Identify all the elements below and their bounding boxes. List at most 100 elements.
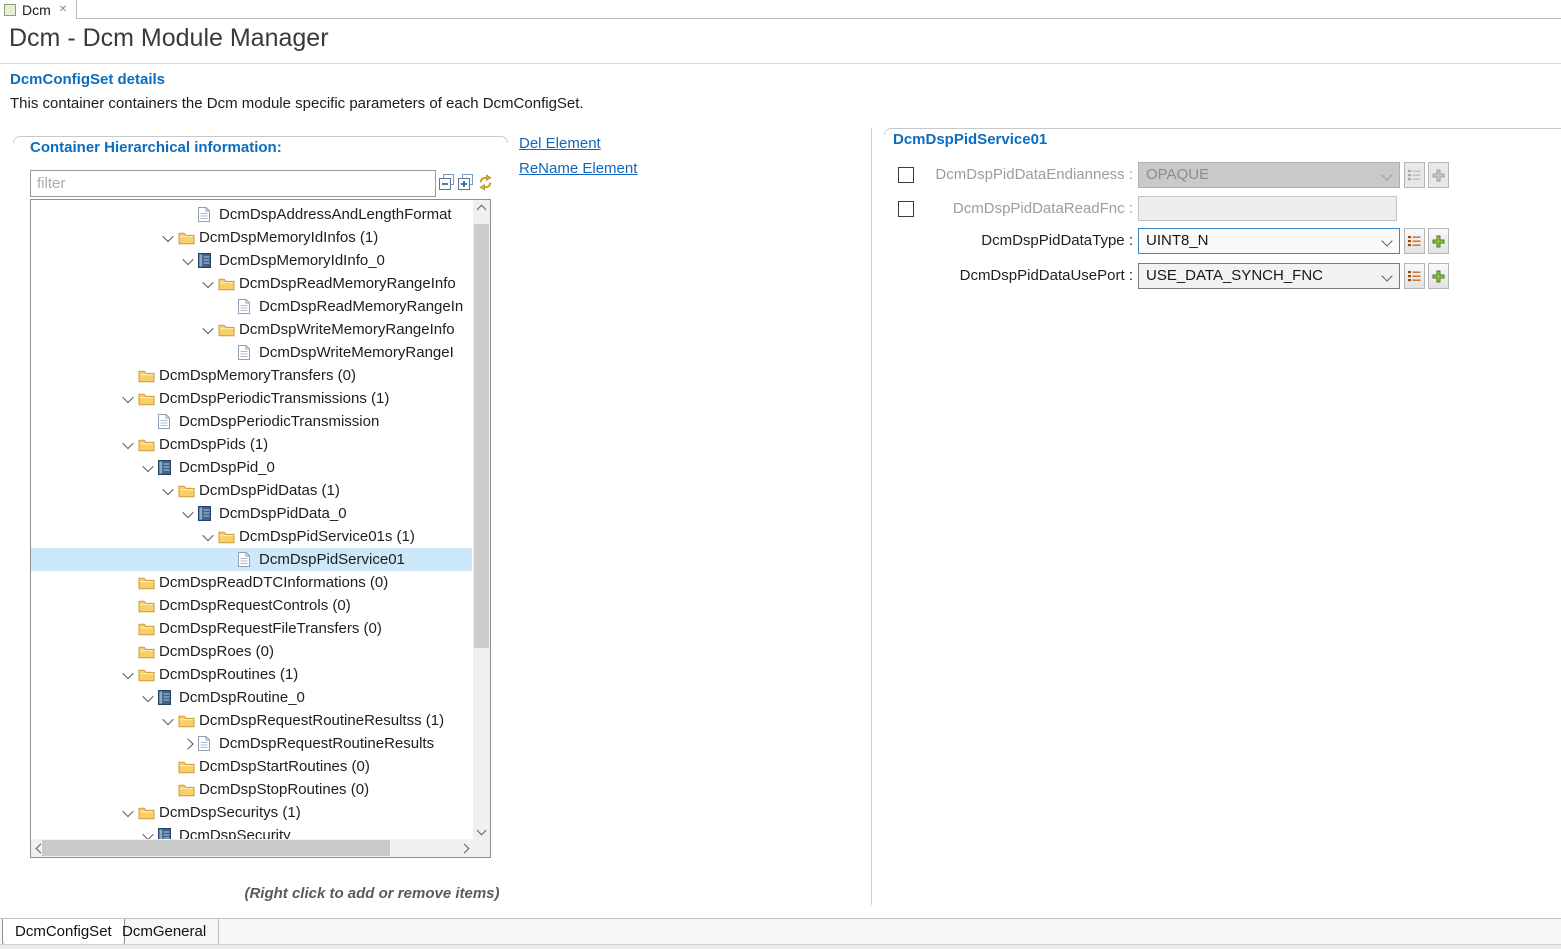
properties-list-button[interactable] (1404, 263, 1425, 289)
chevron-down-icon[interactable] (198, 326, 218, 334)
tree-row[interactable]: DcmDspPidDatas (1) (31, 479, 472, 502)
chevron-down-icon (477, 825, 487, 835)
field-row: DcmDspPidDataType :UINT8_N (884, 228, 1561, 254)
tree-row[interactable]: DcmDspRoutine_0 (31, 686, 472, 709)
tree-row-label: DcmDspRequestRoutineResultss (1) (197, 709, 444, 732)
tree-row[interactable]: DcmDspPeriodicTransmission (31, 410, 472, 433)
tab-dcmconfigset[interactable]: DcmConfigSet (2, 919, 125, 945)
chevron-down-icon[interactable] (198, 280, 218, 288)
add-button[interactable] (1428, 263, 1449, 289)
chevron-down-icon (1381, 169, 1392, 180)
tree-row[interactable]: DcmDspPeriodicTransmissions (1) (31, 387, 472, 410)
tree-indent (31, 283, 198, 284)
chevron-down-icon[interactable] (178, 510, 198, 518)
chevron-down-icon[interactable] (138, 832, 158, 840)
close-icon[interactable]: ✕ (59, 4, 67, 15)
tree-row[interactable]: DcmDspReadMemoryRangeInfo (31, 272, 472, 295)
chevron-right-icon[interactable] (178, 740, 198, 748)
collapse-all-button[interactable] (439, 174, 456, 191)
add-button[interactable] (1428, 228, 1449, 254)
tree-row[interactable]: DcmDspRequestFileTransfers (0) (31, 617, 472, 640)
tree-row[interactable]: DcmDspRoes (0) (31, 640, 472, 663)
tree-vertical-scrollbar[interactable] (473, 200, 490, 839)
expand-all-button[interactable] (458, 174, 475, 191)
tree-row[interactable]: DcmDspWriteMemoryRangeI (31, 341, 472, 364)
tree-row[interactable]: DcmDspPid_0 (31, 456, 472, 479)
chevron-down-icon[interactable] (178, 257, 198, 265)
tree-row[interactable]: DcmDspStopRoutines (0) (31, 778, 472, 801)
field-select[interactable]: UINT8_N (1138, 228, 1400, 254)
tree-row-label: DcmDspWriteMemoryRangeI (257, 341, 454, 364)
field-input (1138, 196, 1397, 221)
chevron-down-icon[interactable] (118, 671, 138, 679)
panel-separator (871, 128, 872, 905)
tree-row[interactable]: DcmDspSecuritys (1) (31, 801, 472, 824)
section-title: DcmConfigSet details (10, 71, 165, 88)
tree-row[interactable]: DcmDspRoutines (1) (31, 663, 472, 686)
field-checkbox[interactable] (898, 167, 914, 183)
chevron-down-icon[interactable] (118, 395, 138, 403)
scroll-up-button[interactable] (473, 202, 490, 216)
chevron-down-icon[interactable] (118, 441, 138, 449)
bottom-tab-bar: DcmConfigSetDcmGeneral (0, 918, 1561, 944)
tree-row[interactable]: DcmDspMemoryTransfers (0) (31, 364, 472, 387)
tree-indent (31, 329, 198, 330)
title-separator (0, 63, 1561, 64)
rename-element-link[interactable]: ReName Element (519, 160, 637, 177)
del-element-link[interactable]: Del Element (519, 135, 601, 152)
tree-row-label: DcmDspPidService01 (257, 548, 405, 571)
chevron-down-icon[interactable] (158, 717, 178, 725)
tree-row[interactable]: DcmDspPidService01 (31, 548, 472, 571)
hierarchy-tree[interactable]: DcmDspAddressAndLengthFormatDcmDspMemory… (30, 199, 491, 858)
tree-indent (31, 812, 118, 813)
vertical-scroll-thumb[interactable] (474, 224, 489, 648)
field-checkbox[interactable] (898, 201, 914, 217)
tree-row[interactable]: DcmDspStartRoutines (0) (31, 755, 472, 778)
tree-indent (31, 260, 178, 261)
chevron-down-icon[interactable] (138, 694, 158, 702)
document-icon (238, 552, 257, 567)
tree-row[interactable]: DcmDspRequestRoutineResults (31, 732, 472, 755)
tree-row[interactable]: DcmDspSecurity (31, 824, 472, 839)
field-select[interactable]: USE_DATA_SYNCH_FNC (1138, 263, 1400, 289)
filter-input[interactable] (30, 170, 436, 197)
scrollbar-corner (473, 839, 490, 857)
scroll-right-button[interactable] (457, 839, 471, 857)
tree-row-label: DcmDspSecurity (177, 824, 291, 839)
folder-icon (218, 530, 237, 544)
tree-row[interactable]: DcmDspRequestRoutineResultss (1) (31, 709, 472, 732)
tree-row[interactable]: DcmDspWriteMemoryRangeInfo (31, 318, 472, 341)
tree-row[interactable]: DcmDspPidData_0 (31, 502, 472, 525)
chevron-down-icon[interactable] (158, 234, 178, 242)
chevron-down-icon[interactable] (118, 809, 138, 817)
properties-list-button (1404, 162, 1425, 188)
tree-row-label: DcmDspStartRoutines (0) (197, 755, 370, 778)
tree-row[interactable]: DcmDspAddressAndLengthFormat (31, 203, 472, 226)
chevron-down-icon[interactable] (138, 464, 158, 472)
folder-icon (138, 392, 157, 406)
tree-row[interactable]: DcmDspPids (1) (31, 433, 472, 456)
editor-tab-dcm[interactable]: Dcm ✕ (0, 0, 77, 19)
tree-indent (31, 743, 178, 744)
chevron-down-icon[interactable] (198, 533, 218, 541)
chevron-down-icon[interactable] (158, 487, 178, 495)
refresh-button[interactable] (477, 174, 494, 191)
chevron-down-icon (1381, 235, 1392, 246)
tree-row-label: DcmDspPidData_0 (217, 502, 347, 525)
expand-all-icon (458, 174, 475, 191)
horizontal-scroll-thumb[interactable] (42, 840, 390, 856)
field-label: DcmDspPidDataUsePort : (920, 263, 1133, 289)
container-info-heading: Container Hierarchical information: (30, 139, 282, 156)
tree-row[interactable]: DcmDspMemoryIdInfo_0 (31, 249, 472, 272)
properties-list-button[interactable] (1404, 228, 1425, 254)
tree-row[interactable]: DcmDspPidService01s (1) (31, 525, 472, 548)
tree-horizontal-scrollbar[interactable] (31, 839, 473, 857)
tree-row[interactable]: DcmDspMemoryIdInfos (1) (31, 226, 472, 249)
tree-row[interactable]: DcmDspRequestControls (0) (31, 594, 472, 617)
tree-row[interactable]: DcmDspReadDTCInformations (0) (31, 571, 472, 594)
tree-row[interactable]: DcmDspReadMemoryRangeIn (31, 295, 472, 318)
scroll-down-button[interactable] (473, 823, 490, 837)
select-value: OPAQUE (1146, 163, 1209, 187)
tab-dcmgeneral[interactable]: DcmGeneral (110, 919, 219, 944)
tree-indent (31, 582, 118, 583)
